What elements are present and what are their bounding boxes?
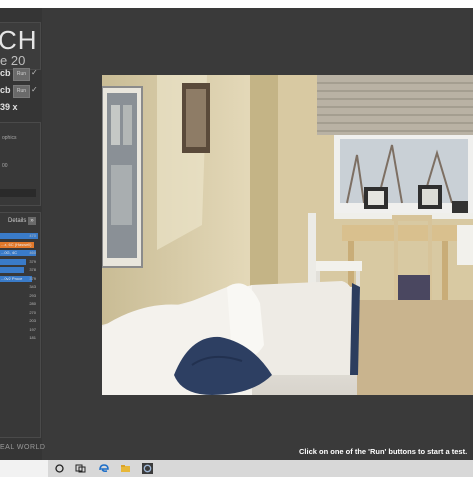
ranking-cpu-label: ...z, 6C (Haswell) — [1, 241, 32, 247]
ranking-score: 270 — [29, 309, 36, 315]
edge-browser-icon[interactable] — [98, 463, 109, 474]
system-info-panel: ophics 00 — [0, 122, 41, 206]
ranking-row[interactable]: 470 — [0, 233, 38, 239]
benchmark-row-cpu: cb Run ✓ — [0, 68, 40, 81]
logo-title: CH — [0, 25, 38, 55]
ranking-score-bar — [0, 258, 26, 265]
ranking-score: 379 — [29, 258, 36, 264]
ranking-row[interactable]: 280 — [0, 301, 38, 307]
ranking-row[interactable]: ...0v2 Proce 379 — [0, 275, 38, 282]
panel-bar — [0, 189, 36, 197]
ranking-score: 203 — [29, 318, 36, 323]
logo-subtitle: e 20 — [0, 53, 26, 68]
taskbar-search-box[interactable] — [0, 460, 48, 477]
cinebench-app-icon[interactable] — [142, 463, 153, 474]
checkmark-icon[interactable]: ✓ — [31, 68, 38, 77]
details-button[interactable]: » — [28, 217, 36, 225]
ranking-details-label: Details — [8, 218, 27, 224]
checkmark-icon[interactable]: ✓ — [31, 85, 38, 94]
panel-value: 00 — [2, 163, 8, 169]
cortana-icon[interactable] — [54, 463, 65, 474]
ranking-cpu-label: ...0G, 4C — [1, 250, 18, 255]
ranking-row[interactable]: 181 — [0, 335, 38, 341]
app-window: CH e 20 cb Run ✓ cb Run ✓ 39 x ophics 00… — [0, 8, 473, 460]
ranking-score: 379 — [29, 275, 36, 281]
ranking-row[interactable]: 378 — [0, 267, 38, 273]
ranking-row[interactable]: 197 — [0, 327, 38, 333]
render-viewport — [102, 75, 473, 395]
benchmark-value: cb — [0, 85, 11, 95]
ranking-row[interactable]: 270 — [0, 310, 38, 316]
ranking-score: 378 — [29, 267, 36, 272]
status-message: Click on one of the 'Run' buttons to sta… — [299, 447, 468, 456]
ranking-score: 460 — [29, 250, 36, 255]
rendered-room-scene — [102, 75, 473, 395]
mp-ratio: 39 x — [0, 102, 18, 112]
file-explorer-icon[interactable] — [120, 463, 131, 474]
sidebar: CH e 20 cb Run ✓ cb Run ✓ 39 x ophics 00… — [0, 8, 46, 460]
benchmark-row-cpu-single: cb Run ✓ — [0, 85, 40, 98]
task-view-icon[interactable] — [75, 463, 86, 474]
benchmark-value: cb — [0, 68, 11, 78]
ranking-row[interactable]: 293 — [0, 293, 38, 299]
ranking-row[interactable]: 379 — [0, 258, 38, 265]
run-button[interactable]: Run — [13, 68, 30, 81]
ranking-cpu-label: ...0v2 Proce — [1, 275, 23, 281]
ranking-row[interactable]: ...0G, 4C 460 — [0, 250, 38, 256]
run-button[interactable]: Run — [13, 85, 30, 98]
ranking-score: 293 — [29, 292, 36, 298]
ranking-score: 343 — [29, 284, 36, 289]
ranking-score: 470 — [29, 233, 36, 238]
ranking-score: 181 — [29, 335, 36, 340]
brand-footer: EAL WORLD — [0, 444, 46, 451]
ranking-row[interactable]: 343 — [0, 284, 38, 290]
ranking-score-bar — [0, 267, 24, 273]
panel-label: ophics — [2, 135, 17, 141]
ranking-score: 197 — [29, 326, 36, 332]
app-logo: CH e 20 — [0, 22, 41, 70]
windows-taskbar — [0, 460, 473, 477]
ranking-row[interactable]: 203 — [0, 318, 38, 324]
ranking-score: 280 — [29, 301, 36, 306]
ranking-panel: Details » 470 ...z, 6C (Haswell) ...0G, 4C… — [0, 212, 41, 438]
ranking-row[interactable]: ...z, 6C (Haswell) — [0, 241, 38, 248]
